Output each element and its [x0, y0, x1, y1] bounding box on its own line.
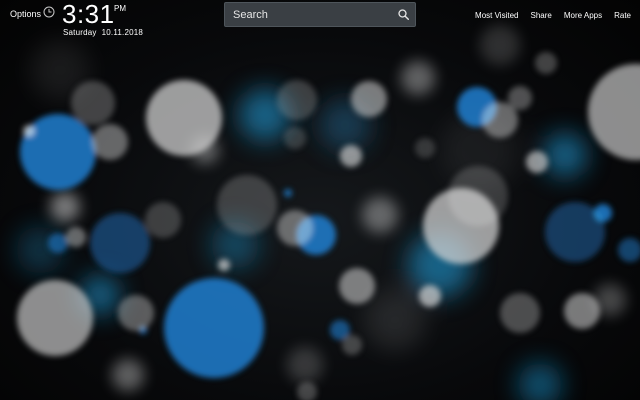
search-icon[interactable]	[398, 9, 409, 20]
options-link[interactable]: Options	[10, 9, 41, 19]
clock-date-value: 10.11.2018	[101, 28, 144, 37]
more-apps-link[interactable]: More Apps	[564, 11, 602, 20]
most-visited-link[interactable]: Most Visited	[475, 11, 518, 20]
rate-link[interactable]: Rate	[614, 11, 631, 20]
share-link[interactable]: Share	[530, 11, 551, 20]
clock-time: 3:31	[62, 0, 115, 29]
top-links: Most Visited Share More Apps Rate	[475, 11, 631, 20]
new-tab-page: Options 3:31 PM Saturday 10.11.2018 Most …	[0, 0, 640, 400]
bokeh-wallpaper	[16, 25, 640, 400]
clock-day: Saturday	[63, 28, 97, 37]
search-box[interactable]	[224, 2, 416, 27]
clock-date: Saturday 10.11.2018	[63, 28, 143, 37]
clock-ampm: PM	[114, 4, 126, 13]
clock-icon[interactable]	[43, 6, 55, 18]
search-input[interactable]	[233, 3, 393, 26]
